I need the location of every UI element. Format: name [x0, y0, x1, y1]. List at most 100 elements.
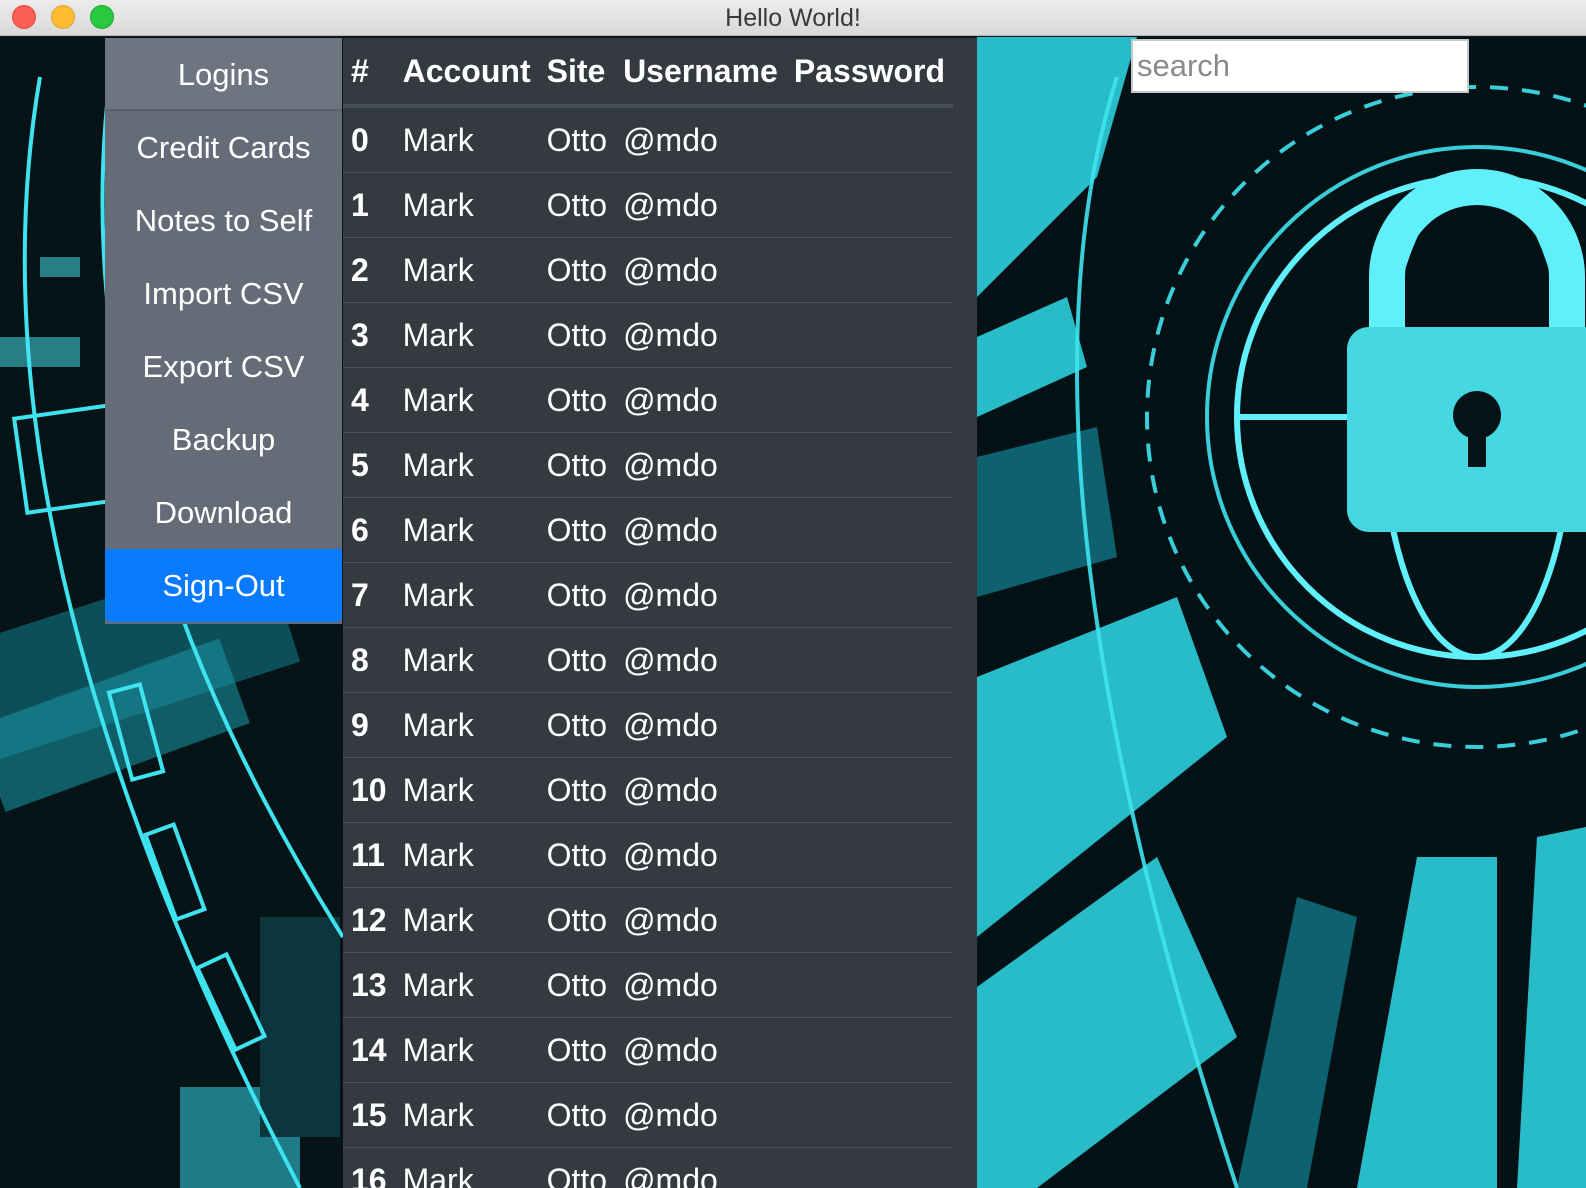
cell-password: [785, 562, 953, 628]
table-row[interactable]: 7 Mark Otto @mdo: [343, 562, 953, 628]
cell-password: [785, 822, 953, 888]
table-row[interactable]: 4 Mark Otto @mdo: [343, 367, 953, 433]
cell-username: @mdo: [615, 1147, 786, 1188]
cell-account: Mark: [394, 692, 539, 758]
cell-index: 6: [343, 497, 395, 563]
sidebar: Logins Credit Cards Notes to Self Import…: [105, 38, 342, 624]
logins-table-panel: # Account Site Username Password 0 Mark Ot…: [343, 38, 977, 1188]
cell-username: @mdo: [615, 627, 786, 693]
column-header-username: Username: [615, 38, 786, 108]
table-row[interactable]: 16 Mark Otto @mdo: [343, 1147, 953, 1188]
cell-index: 7: [343, 562, 395, 628]
cell-index: 14: [343, 1017, 395, 1083]
table-row[interactable]: 2 Mark Otto @mdo: [343, 237, 953, 303]
table-row[interactable]: 12 Mark Otto @mdo: [343, 887, 953, 953]
cell-password: [785, 757, 953, 823]
sidebar-item-import-csv[interactable]: Import CSV: [105, 257, 342, 330]
cell-password: [785, 106, 953, 173]
sign-out-button[interactable]: Sign-Out: [105, 549, 342, 622]
cell-site: Otto: [538, 887, 616, 953]
cell-account: Mark: [394, 1017, 539, 1083]
column-header-password: Password: [785, 38, 953, 108]
cell-site: Otto: [538, 106, 616, 173]
cell-site: Otto: [538, 1082, 616, 1148]
cell-site: Otto: [538, 692, 616, 758]
cell-account: Mark: [394, 237, 539, 303]
cell-site: Otto: [538, 1147, 616, 1188]
column-header-account: Account: [394, 38, 539, 108]
cell-index: 15: [343, 1082, 395, 1148]
cell-account: Mark: [394, 627, 539, 693]
cell-account: Mark: [394, 172, 539, 238]
cell-password: [785, 952, 953, 1018]
table-row[interactable]: 1 Mark Otto @mdo: [343, 172, 953, 238]
cell-index: 3: [343, 302, 395, 368]
cell-account: Mark: [394, 432, 539, 498]
cell-password: [785, 627, 953, 693]
cell-password: [785, 497, 953, 563]
cell-site: Otto: [538, 952, 616, 1018]
cell-site: Otto: [538, 302, 616, 368]
cell-username: @mdo: [615, 822, 786, 888]
table-header-row: # Account Site Username Password: [343, 38, 953, 108]
cell-index: 4: [343, 367, 395, 433]
table-row[interactable]: 9 Mark Otto @mdo: [343, 692, 953, 758]
cell-account: Mark: [394, 757, 539, 823]
column-header-index: #: [343, 38, 395, 108]
cell-site: Otto: [538, 237, 616, 303]
table-row[interactable]: 6 Mark Otto @mdo: [343, 497, 953, 563]
cell-username: @mdo: [615, 757, 786, 823]
sidebar-item-export-csv[interactable]: Export CSV: [105, 330, 342, 403]
cell-site: Otto: [538, 432, 616, 498]
table-row[interactable]: 10 Mark Otto @mdo: [343, 757, 953, 823]
cell-site: Otto: [538, 757, 616, 823]
cell-password: [785, 887, 953, 953]
sidebar-item-credit-cards[interactable]: Credit Cards: [105, 111, 342, 184]
cell-username: @mdo: [615, 497, 786, 563]
table-row[interactable]: 13 Mark Otto @mdo: [343, 952, 953, 1018]
cell-password: [785, 172, 953, 238]
cell-index: 12: [343, 887, 395, 953]
table-row[interactable]: 5 Mark Otto @mdo: [343, 432, 953, 498]
cell-account: Mark: [394, 497, 539, 563]
cell-site: Otto: [538, 172, 616, 238]
cell-account: Mark: [394, 887, 539, 953]
cell-password: [785, 692, 953, 758]
cell-username: @mdo: [615, 172, 786, 238]
cell-index: 10: [343, 757, 395, 823]
cell-username: @mdo: [615, 302, 786, 368]
cell-site: Otto: [538, 627, 616, 693]
cell-username: @mdo: [615, 952, 786, 1018]
sidebar-item-logins[interactable]: Logins: [105, 38, 342, 111]
window-title: Hello World!: [725, 4, 861, 32]
cell-account: Mark: [394, 952, 539, 1018]
cell-username: @mdo: [615, 367, 786, 433]
cell-index: 2: [343, 237, 395, 303]
table-row[interactable]: 14 Mark Otto @mdo: [343, 1017, 953, 1083]
search-input[interactable]: [1131, 39, 1469, 93]
cell-account: Mark: [394, 367, 539, 433]
table-row[interactable]: 3 Mark Otto @mdo: [343, 302, 953, 368]
cell-account: Mark: [394, 562, 539, 628]
cell-password: [785, 432, 953, 498]
table-row[interactable]: 8 Mark Otto @mdo: [343, 627, 953, 693]
table-row[interactable]: 15 Mark Otto @mdo: [343, 1082, 953, 1148]
table-row[interactable]: 11 Mark Otto @mdo: [343, 822, 953, 888]
table-row[interactable]: 0 Mark Otto @mdo: [343, 106, 953, 173]
cell-password: [785, 1147, 953, 1188]
cell-index: 13: [343, 952, 395, 1018]
cell-index: 11: [343, 822, 395, 888]
cell-site: Otto: [538, 1017, 616, 1083]
cell-index: 9: [343, 692, 395, 758]
cell-password: [785, 237, 953, 303]
cell-username: @mdo: [615, 1082, 786, 1148]
cell-username: @mdo: [615, 237, 786, 303]
cell-account: Mark: [394, 1147, 539, 1188]
cell-password: [785, 1017, 953, 1083]
sidebar-item-notes-to-self[interactable]: Notes to Self: [105, 184, 342, 257]
cell-password: [785, 367, 953, 433]
cell-index: 16: [343, 1147, 395, 1188]
sidebar-item-backup[interactable]: Backup: [105, 403, 342, 476]
sidebar-item-download[interactable]: Download: [105, 476, 342, 549]
logins-table: # Account Site Username Password 0 Mark Ot…: [343, 38, 953, 1188]
